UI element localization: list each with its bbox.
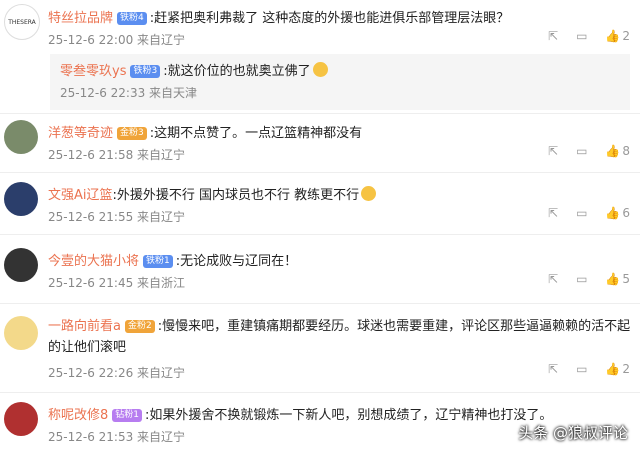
comment-text: :就这价位的也就奥立佛了 [163, 64, 311, 79]
avatar[interactable] [4, 182, 38, 216]
comment-icon[interactable]: ▭ [576, 29, 587, 43]
thumb-up-icon: 👍 [605, 362, 621, 376]
comment-text: :无论成败与辽同在！ [175, 254, 298, 269]
like-button[interactable]: 👍 6 [605, 206, 630, 220]
like-button[interactable]: 👍 2 [605, 362, 630, 376]
like-button[interactable]: 👍 5 [605, 272, 630, 286]
username[interactable]: 零叁零玖ys [60, 64, 126, 79]
avatar[interactable] [4, 402, 38, 436]
like-button[interactable]: 👍 8 [605, 144, 630, 158]
share-icon[interactable]: ⇱ [548, 272, 558, 286]
divider [0, 172, 640, 173]
username[interactable]: 称呢改修8 [48, 408, 108, 423]
thumb-up-icon: 👍 [605, 206, 621, 220]
avatar[interactable] [4, 248, 38, 282]
username[interactable]: 洋葱等奇迹 [48, 126, 113, 141]
comment-meta: 25-12-6 21:53 来自辽宁 [48, 430, 186, 444]
divider [0, 234, 640, 235]
comment-icon[interactable]: ▭ [576, 362, 587, 376]
fan-badge: 铁粉3 [130, 65, 161, 78]
divider [0, 392, 640, 393]
comment-meta: 25-12-6 22:00 来自辽宁 [48, 33, 186, 47]
fan-badge: 铁粉4 [117, 12, 147, 25]
reply-box: 零叁零玖ys 铁粉3:就这价位的也就奥立佛了 25-12-6 22:33 来自天津 [50, 54, 630, 110]
share-icon[interactable]: ⇱ [548, 362, 558, 376]
avatar-logo: THESERA [8, 18, 36, 26]
username[interactable]: 特丝拉品牌 [48, 11, 113, 26]
thumb-up-icon: 👍 [605, 272, 621, 286]
watermark: 头条 @狼叔评论 [518, 424, 628, 442]
comment-meta: 25-12-6 21:58 来自辽宁 [48, 148, 186, 162]
fan-badge: 铁粉1 [143, 255, 173, 268]
username[interactable]: 一路向前看a [48, 319, 121, 334]
comment-icon[interactable]: ▭ [576, 206, 587, 220]
username[interactable]: 今壹的大猫小将 [48, 254, 139, 269]
avatar[interactable] [4, 120, 38, 154]
share-icon[interactable]: ⇱ [548, 144, 558, 158]
comment-text: :这期不点赞了。一点辽篮精神都没有 [149, 126, 363, 141]
comment-text: :外援外援不行 国内球员也不行 教练更不行 [112, 188, 360, 203]
comment-icon[interactable]: ▭ [576, 272, 587, 286]
thumb-up-icon: 👍 [605, 29, 621, 43]
fan-badge: 金粉2 [124, 320, 155, 333]
divider [0, 113, 640, 114]
thumb-up-icon: 👍 [605, 144, 621, 158]
avatar[interactable] [4, 316, 38, 350]
share-icon[interactable]: ⇱ [548, 29, 558, 43]
like-button[interactable]: 👍 2 [605, 29, 630, 43]
share-icon[interactable]: ⇱ [548, 206, 558, 220]
fan-badge: 钻粉1 [112, 409, 143, 422]
comment-meta: 25-12-6 21:55 来自辽宁 [48, 210, 186, 224]
divider [0, 303, 640, 304]
username[interactable]: 文强Ai辽篮 [48, 188, 113, 203]
avatar[interactable]: THESERA [4, 4, 40, 40]
comment-text: :赶紧把奥利弗裁了 这种态度的外援也能进俱乐部管理层法眼？ [149, 11, 510, 26]
comment-meta: 25-12-6 22:26 来自辽宁 [48, 366, 186, 380]
laugh-emoji-icon [361, 186, 377, 201]
laugh-emoji-icon [312, 62, 328, 77]
comment-text: :如果外援舍不换就锻炼一下新人吧，别想成绩了，辽宁精神也打没了。 [145, 408, 553, 423]
comment-icon[interactable]: ▭ [576, 144, 587, 158]
fan-badge: 金粉3 [117, 127, 147, 140]
comment-meta: 25-12-6 22:33 来自天津 [60, 86, 198, 100]
comment-meta: 25-12-6 21:45 来自浙江 [48, 276, 186, 290]
